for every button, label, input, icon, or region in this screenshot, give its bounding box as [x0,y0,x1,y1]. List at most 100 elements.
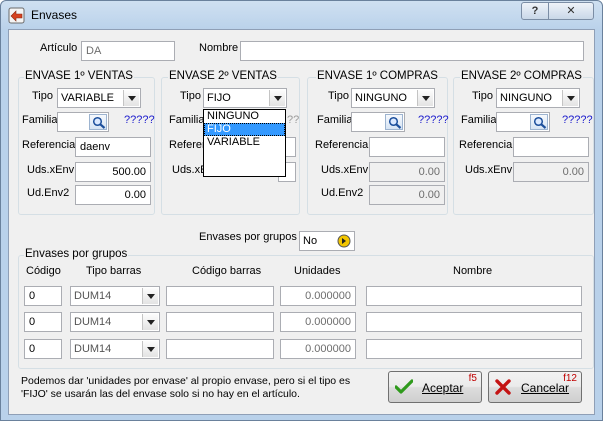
yes-no-icon[interactable] [337,234,351,254]
dropdown-option-fijo[interactable]: FIJO [204,123,285,136]
nombre-field[interactable] [240,41,584,61]
row2-tipo-select[interactable]: DUM14 [70,312,160,332]
row3-tipo-select[interactable]: DUM14 [70,339,160,359]
tipo-dropdown-list[interactable]: NINGUNO FIJO VARIABLE [203,109,286,177]
row1-tipo-select[interactable]: DUM14 [70,286,160,306]
window-title: Envases [31,8,78,22]
help-icon[interactable]: ? [521,2,549,20]
compra2-uds-field[interactable]: 0.00 [513,162,589,182]
checkmark-icon [395,379,413,394]
compra2-referencia-field[interactable] [513,137,589,157]
search-icon[interactable] [385,114,403,130]
articulo-field[interactable]: DA [81,41,175,61]
venta1-ud-field[interactable]: 0.00 [75,185,151,205]
col-nombre: Nombre [453,265,493,277]
venta1-title: ENVASE 1º VENTAS [24,70,134,82]
row2-codigo[interactable]: 0 [24,312,62,332]
compra1-tipo-label: Tipo [328,90,349,102]
row3-codigo[interactable]: 0 [24,339,62,359]
venta1-uds-label: Uds.xEnv [27,164,75,176]
compra1-uds-label: Uds.xEnv [321,164,369,176]
row2-nombre[interactable] [366,312,582,332]
cancel-button[interactable]: Cancelar f12 [488,371,582,403]
venta1-uds-field[interactable]: 500.00 [75,162,151,182]
compra1-referencia-label: Referencia [315,139,369,151]
venta2-tipo-select[interactable]: FIJO [203,88,287,108]
title-bar[interactable]: Envases ? ✕ [1,1,602,29]
row3-unidades[interactable]: 0.000000 [280,339,356,359]
app-icon [8,7,25,24]
row3-barras[interactable] [166,339,274,359]
compra2-familia-unknown: ????? [562,114,593,126]
compra1-title: ENVASE 1º COMPRAS [316,70,439,82]
compra2-title: ENVASE 2º COMPRAS [460,70,583,82]
dropdown-arrow-icon[interactable] [142,314,158,330]
dropdown-arrow-icon[interactable] [142,288,158,304]
compra1-tipo-select[interactable]: NINGUNO [351,88,435,108]
col-unidades: Unidades [294,265,341,277]
dropdown-arrow-icon[interactable] [123,90,139,106]
dialog-body: Artículo DA Nombre ENVASE 1º VENTAS Tipo… [8,29,595,415]
grupos-toggle-value: No [303,235,318,247]
row1-nombre[interactable] [366,286,582,306]
compra2-familia-label: Familia [461,114,497,126]
search-icon[interactable] [89,114,107,130]
x-icon [495,379,511,395]
venta2-tipo-value: FIJO [207,92,231,104]
grupos-toggle[interactable]: No [299,231,355,251]
compra2-referencia-label: Referencia [459,139,513,151]
venta2-title: ENVASE 2º VENTAS [168,70,278,82]
venta1-tipo-value: VARIABLE [61,92,114,104]
cancel-shortcut: f12 [563,373,577,384]
dropdown-option-variable[interactable]: VARIABLE [204,136,285,149]
accept-button[interactable]: Aceptar f5 [388,371,482,403]
compra1-referencia-field[interactable] [369,137,445,157]
compra2-tipo-label: Tipo [472,90,493,102]
footer-note-line1: Podemos dar 'unidades por envase' al pro… [21,375,351,387]
compra1-familia-label: Familia [317,114,353,126]
search-icon[interactable] [530,114,548,130]
compra1-ud-field[interactable]: 0.00 [369,185,445,205]
close-icon[interactable]: ✕ [548,2,594,20]
row3-tipo-value: DUM14 [74,343,112,355]
articulo-label: Artículo [40,42,78,54]
compra2-uds-label: Uds.xEnv [465,164,513,176]
row2-barras[interactable] [166,312,274,332]
dropdown-arrow-icon[interactable] [417,90,433,106]
compra2-familia-field[interactable] [496,112,550,132]
footer-note-line2: 'FIJO' se usarán las del envase solo si … [21,388,300,400]
row1-barras[interactable] [166,286,274,306]
col-codigo: Código [26,265,61,277]
cancel-label: Cancelar [521,381,570,395]
window: Envases ? ✕ Artículo DA Nombre ENVASE 1º… [0,0,603,421]
dropdown-arrow-icon[interactable] [142,341,158,357]
venta1-ud-label: Ud.Env2 [27,187,70,199]
venta1-familia-field[interactable] [57,112,109,132]
row2-unidades[interactable]: 0.000000 [280,312,356,332]
accept-shortcut: f5 [468,373,477,384]
compra1-ud-label: Ud.Env2 [321,187,364,199]
venta2-tipo-label: Tipo [180,90,201,102]
dropdown-arrow-icon[interactable] [269,90,285,106]
row1-codigo[interactable]: 0 [24,286,62,306]
compra1-uds-field[interactable]: 0.00 [369,162,445,182]
venta1-tipo-select[interactable]: VARIABLE [57,88,141,108]
compra1-tipo-value: NINGUNO [355,92,407,104]
venta2-familia-label: Familia [169,114,205,126]
grupos-toggle-label: Envases por grupos [199,231,297,243]
row2-tipo-value: DUM14 [74,316,112,328]
row3-nombre[interactable] [366,339,582,359]
venta1-referencia-field[interactable]: daenv [75,137,151,157]
compra1-familia-field[interactable] [351,112,405,132]
col-tipo-barras: Tipo barras [86,265,142,277]
dropdown-arrow-icon[interactable] [562,90,578,106]
row1-unidades[interactable]: 0.000000 [280,286,356,306]
venta1-familia-label: Familia [22,114,58,126]
compra2-tipo-value: NINGUNO [500,92,552,104]
compra2-tipo-select[interactable]: NINGUNO [496,88,580,108]
dropdown-option-ninguno[interactable]: NINGUNO [204,110,285,123]
venta1-familia-unknown: ????? [124,114,155,126]
venta2-familia-unknown: ?? [287,114,300,126]
row1-tipo-value: DUM14 [74,290,112,302]
compra1-familia-unknown: ????? [418,114,449,126]
